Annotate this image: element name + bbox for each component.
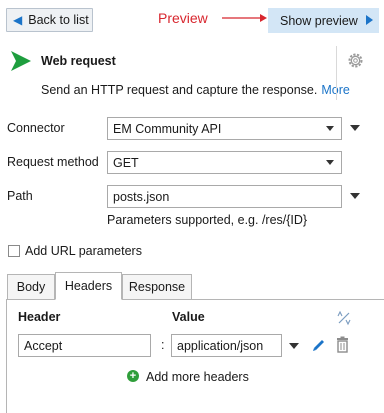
action-description-text: Send an HTTP request and capture the res… bbox=[41, 83, 318, 97]
connector-label: Connector bbox=[7, 121, 65, 135]
header-value-dropdown-icon[interactable] bbox=[289, 343, 299, 349]
gear-icon[interactable] bbox=[347, 52, 364, 69]
tab-response[interactable]: Response bbox=[122, 274, 192, 300]
path-label: Path bbox=[7, 189, 33, 203]
show-preview-button[interactable]: Show preview bbox=[268, 8, 379, 33]
annotation-arrow-icon bbox=[222, 14, 267, 22]
sort-icon[interactable] bbox=[336, 310, 352, 326]
path-input[interactable]: posts.json bbox=[107, 185, 342, 208]
add-more-headers-link[interactable]: Add more headers bbox=[146, 370, 249, 384]
trash-icon[interactable] bbox=[335, 336, 350, 353]
show-preview-label: Show preview bbox=[280, 13, 358, 28]
tab-headers[interactable]: Headers bbox=[55, 272, 122, 300]
header-separator: : bbox=[161, 338, 165, 352]
tab-label: Body bbox=[16, 280, 46, 294]
play-icon bbox=[366, 15, 373, 25]
path-value: posts.json bbox=[113, 189, 170, 204]
tab-body[interactable]: Body bbox=[7, 274, 55, 300]
header-value-input[interactable]: application/json bbox=[171, 334, 282, 357]
back-to-list-button[interactable]: ◀ Back to list bbox=[6, 8, 93, 32]
header-value-value: application/json bbox=[177, 338, 264, 353]
preview-annotation: Preview bbox=[158, 10, 208, 26]
plus-circle-icon[interactable]: + bbox=[127, 370, 139, 382]
connector-extra-dropdown-icon[interactable] bbox=[350, 125, 360, 131]
chevron-down-icon bbox=[326, 160, 334, 165]
connector-value: EM Community API bbox=[113, 121, 222, 136]
value-column-title: Value bbox=[172, 310, 205, 324]
arrow-left-icon: ◀ bbox=[13, 13, 23, 27]
request-method-label: Request method bbox=[7, 155, 99, 169]
action-description: Send an HTTP request and capture the res… bbox=[41, 83, 350, 97]
header-name-value: Accept bbox=[24, 338, 63, 353]
connector-select[interactable]: EM Community API bbox=[107, 117, 342, 140]
pencil-icon[interactable] bbox=[311, 337, 327, 353]
header-column-title: Header bbox=[18, 310, 61, 324]
path-dropdown-icon[interactable] bbox=[350, 193, 360, 199]
path-hint: Parameters supported, e.g. /res/{ID} bbox=[107, 213, 308, 227]
chevron-down-icon bbox=[326, 126, 334, 131]
url-params-checkbox[interactable] bbox=[8, 245, 20, 257]
request-method-select[interactable]: GET bbox=[107, 151, 342, 174]
url-params-label[interactable]: Add URL parameters bbox=[25, 244, 142, 258]
request-method-value: GET bbox=[113, 155, 139, 170]
tab-label: Headers bbox=[64, 279, 113, 293]
header-name-input[interactable]: Accept bbox=[18, 334, 151, 357]
action-title: Web request bbox=[41, 54, 116, 68]
header-divider bbox=[336, 46, 337, 100]
tab-label: Response bbox=[128, 280, 186, 294]
send-arrow-icon bbox=[11, 51, 31, 71]
back-to-list-label: Back to list bbox=[28, 13, 89, 27]
